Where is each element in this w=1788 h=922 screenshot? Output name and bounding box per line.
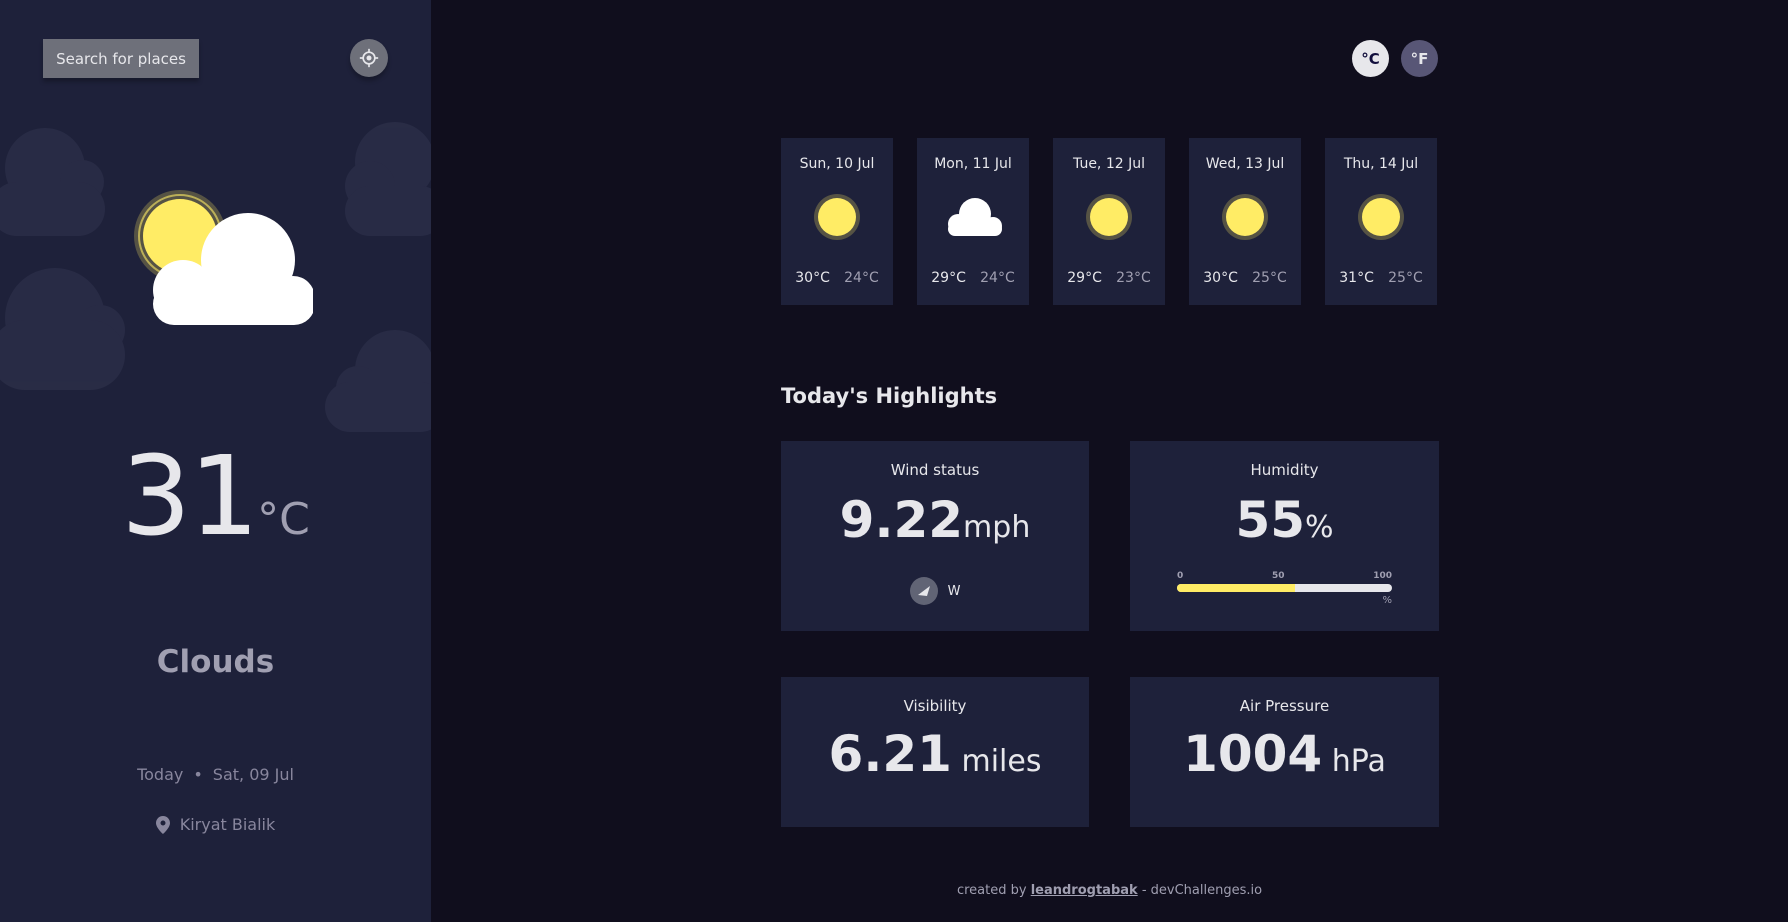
card-label: Air Pressure xyxy=(1239,697,1330,715)
footer-suffix: - devChallenges.io xyxy=(1141,883,1263,898)
forecast-max: 29°C xyxy=(931,270,966,286)
forecast-min: 25°C xyxy=(1252,270,1287,286)
sidebar: Search for places 31°C Clouds Today • Sat,… xyxy=(0,0,431,922)
sun-icon xyxy=(1222,194,1268,240)
humidity-track xyxy=(1177,584,1392,592)
forecast-card: Sun, 10 Jul 30°C 24°C xyxy=(781,138,893,305)
wind-direction-label: W xyxy=(947,583,961,599)
cloud-icon xyxy=(948,198,1002,236)
forecast-min: 23°C xyxy=(1116,270,1151,286)
visibility-card: Visibility 6.21 miles xyxy=(781,677,1089,827)
location-name: Kiryat Bialik xyxy=(179,815,276,834)
map-pin-icon xyxy=(155,815,170,834)
forecast-max: 30°C xyxy=(1203,270,1238,286)
current-date: Sat, 09 Jul xyxy=(212,765,294,784)
wind-status-card: Wind status 9.22mph W xyxy=(781,441,1089,631)
separator: • xyxy=(193,765,203,784)
current-location-button[interactable] xyxy=(350,39,388,77)
sun-cloud-icon xyxy=(134,190,313,325)
temperature-value: 31 xyxy=(121,432,259,560)
sun-icon xyxy=(814,194,860,240)
forecast-card: Wed, 13 Jul 30°C 25°C xyxy=(1189,138,1301,305)
tick-0: 0 xyxy=(1177,571,1184,581)
forecast-day: Wed, 13 Jul xyxy=(1205,156,1285,172)
current-temperature: 31°C xyxy=(0,432,431,560)
navigation-arrow-icon xyxy=(917,586,930,596)
celsius-toggle[interactable]: °C xyxy=(1352,40,1389,77)
sun-icon xyxy=(1086,194,1132,240)
temperature-unit: °C xyxy=(257,494,310,545)
wind-value: 9.22 xyxy=(839,491,964,549)
forecast-min: 24°C xyxy=(844,270,879,286)
today-label: Today xyxy=(137,765,184,784)
forecast-day: Thu, 14 Jul xyxy=(1343,156,1419,172)
forecast-day: Tue, 12 Jul xyxy=(1073,156,1145,172)
forecast-min: 25°C xyxy=(1388,270,1423,286)
bar-unit: % xyxy=(1382,595,1392,606)
footer-prefix: created by xyxy=(956,883,1027,898)
humidity-bar: 0 50 100 % xyxy=(1177,571,1392,606)
wind-direction: W xyxy=(781,577,1089,605)
card-label: Visibility xyxy=(903,697,967,715)
humidity-fill xyxy=(1177,584,1296,592)
forecast-min: 24°C xyxy=(980,270,1015,286)
fahrenheit-toggle[interactable]: °F xyxy=(1401,40,1438,77)
date-row: Today • Sat, 09 Jul xyxy=(0,765,431,784)
weather-condition: Clouds xyxy=(156,644,275,680)
search-places-button[interactable]: Search for places xyxy=(43,39,199,78)
forecast-max: 29°C xyxy=(1067,270,1102,286)
pressure-value: 1004 xyxy=(1183,725,1323,783)
footer: created by leandrogtabak - devChallenges… xyxy=(431,883,1788,898)
forecast-max: 31°C xyxy=(1339,270,1374,286)
air-pressure-card: Air Pressure 1004 hPa xyxy=(1130,677,1439,827)
forecast-card: Thu, 14 Jul 31°C 25°C xyxy=(1325,138,1437,305)
tick-100: 100 xyxy=(1373,571,1392,581)
forecast-card: Tue, 12 Jul 29°C 23°C xyxy=(1053,138,1165,305)
tick-50: 50 xyxy=(1271,571,1285,581)
wind-unit: mph xyxy=(963,510,1031,545)
sun-icon xyxy=(1358,194,1404,240)
pressure-unit: hPa xyxy=(1331,744,1386,779)
crosshair-icon xyxy=(359,48,379,68)
highlights-title: Today's Highlights xyxy=(781,384,998,408)
forecast-max: 30°C xyxy=(795,270,830,286)
forecast-day: Mon, 11 Jul xyxy=(934,156,1012,172)
card-label: Wind status xyxy=(890,461,980,479)
visibility-unit: miles xyxy=(961,744,1042,779)
humidity-value: 55 xyxy=(1235,491,1306,549)
forecast-day: Sun, 10 Jul xyxy=(799,156,875,172)
location-row: Kiryat Bialik xyxy=(0,815,431,834)
humidity-card: Humidity 55% 0 50 100 % xyxy=(1130,441,1439,631)
card-label: Humidity xyxy=(1250,461,1319,479)
author-link[interactable]: leandrogtabak xyxy=(1031,883,1138,898)
humidity-unit: % xyxy=(1305,510,1334,545)
forecast-card: Mon, 11 Jul 29°C 24°C xyxy=(917,138,1029,305)
visibility-value: 6.21 xyxy=(828,725,952,783)
forecast-list: Sun, 10 Jul 30°C 24°C Mon, 11 Jul 29°C 2… xyxy=(781,138,1437,305)
